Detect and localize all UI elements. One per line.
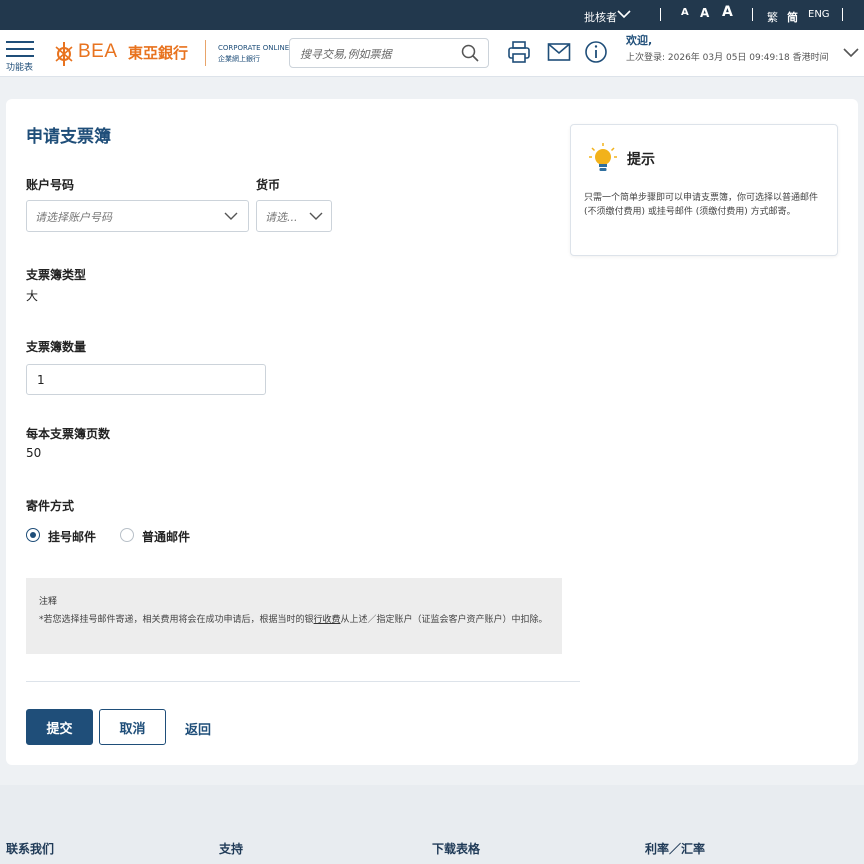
welcome-text: 欢迎, <box>626 34 653 47</box>
note-box: 注释 *若您选择挂号邮件寄递，相关费用将会在成功申请后，根据当时的银行收费从上述… <box>26 578 562 654</box>
footer-link-forms[interactable]: 下载表格 <box>432 840 480 857</box>
currency-select-placeholder: 请选... <box>265 211 298 224</box>
note-body: *若您选择挂号邮件寄递，相关费用将会在成功申请后，根据当时的银行收费从上述／指定… <box>39 613 551 627</box>
logo-divider <box>205 40 206 66</box>
page-title: 申请支票簿 <box>26 127 111 147</box>
menu-label: 功能表 <box>6 63 34 73</box>
lang-english[interactable]: ENG <box>808 9 830 20</box>
account-select[interactable]: 请选择账户号码 <box>26 200 249 232</box>
radio-ordinary-mail[interactable]: 普通邮件 <box>120 527 210 545</box>
bank-charges-link[interactable]: 行收费 <box>314 615 341 625</box>
divider <box>26 681 580 682</box>
info-icon[interactable] <box>584 40 608 64</box>
last-login-text: 上次登录: 2026年 03月 05日 09:49:18 香港时间 <box>626 53 829 63</box>
role-selector-label[interactable]: 批核者 <box>584 9 617 25</box>
quantity-field[interactable] <box>26 364 266 395</box>
tip-body: 只需一个简单步骤即可以申请支票簿，你可选择以普通邮件 (不须缴付费用) 或挂号邮… <box>584 193 819 217</box>
font-size-small[interactable]: A <box>681 7 689 18</box>
footer-link-contact[interactable]: 联系我们 <box>6 840 54 857</box>
radio-label: 普通邮件 <box>142 530 191 544</box>
header: 功能表 BEA 東亞銀行 CORPORATE ONLINE 企業網上銀行 欢迎, <box>0 30 864 77</box>
tip-box: 提示 只需一个简单步骤即可以申请支票簿，你可选择以普通邮件 (不须缴付费用) 或… <box>570 124 838 256</box>
lightbulb-icon <box>589 143 617 171</box>
cancel-button[interactable]: 取消 <box>99 709 166 745</box>
search-icon[interactable] <box>461 44 479 62</box>
main-card: 申请支票簿 账户号码 请选择账户号码 货币 请选... 支票簿类型 大 支票簿数… <box>6 99 858 765</box>
corporate-online-label-zh: 企業網上銀行 <box>218 55 260 63</box>
menu-icon-bar <box>6 55 34 57</box>
search-box[interactable] <box>289 38 489 68</box>
font-size-medium[interactable]: A <box>700 6 709 20</box>
tip-title: 提示 <box>627 152 655 168</box>
menu-icon-bar <box>6 48 34 50</box>
radio-registered-mail[interactable]: 挂号邮件 <box>26 527 116 545</box>
radio-button[interactable] <box>120 528 134 542</box>
submit-button[interactable]: 提交 <box>26 709 93 745</box>
lang-simplified[interactable]: 简 <box>787 9 798 25</box>
bea-logo[interactable]: BEA 東亞銀行 <box>54 39 214 69</box>
corporate-online-label: CORPORATE ONLINE <box>218 44 290 52</box>
divider <box>842 8 843 21</box>
quantity-label: 支票簿数量 <box>26 340 87 354</box>
divider <box>752 8 753 21</box>
note-text: *若您选择挂号邮件寄递，相关费用将会在成功申请后，根据当时的银 <box>39 615 314 625</box>
account-label: 账户号码 <box>26 178 75 192</box>
note-title: 注释 <box>39 597 58 607</box>
radio-button-selected[interactable] <box>26 528 40 542</box>
footer: 联系我们 支持 下载表格 利率／汇率 <box>0 785 864 864</box>
chevron-down-icon[interactable] <box>843 46 859 58</box>
back-link[interactable]: 返回 <box>185 719 211 738</box>
book-type-label: 支票簿类型 <box>26 268 87 282</box>
chevron-down-icon <box>224 212 238 220</box>
pages-value: 50 <box>26 446 42 460</box>
currency-select[interactable]: 请选... <box>256 200 332 232</box>
lang-traditional[interactable]: 繁 <box>767 9 778 25</box>
chevron-down-icon <box>309 212 323 220</box>
book-type-value: 大 <box>26 289 39 303</box>
footer-link-rates[interactable]: 利率／汇率 <box>645 840 705 857</box>
font-size-large[interactable]: A <box>722 4 733 20</box>
search-input[interactable] <box>300 45 450 63</box>
print-icon[interactable] <box>507 40 531 64</box>
delivery-label: 寄件方式 <box>26 499 75 513</box>
logo-text-en: BEA <box>78 41 118 62</box>
divider <box>660 8 661 21</box>
note-text: 从上述／指定账户（证监会客户资产账户）中扣除。 <box>340 615 548 625</box>
account-select-placeholder: 请选择账户号码 <box>35 211 112 224</box>
menu-icon <box>6 41 34 43</box>
chevron-down-icon[interactable] <box>617 9 631 19</box>
currency-label: 货币 <box>256 178 281 192</box>
pages-label: 每本支票簿页数 <box>26 427 111 441</box>
quantity-input[interactable] <box>37 371 237 389</box>
radio-label: 挂号邮件 <box>48 530 97 544</box>
logo-text-zh: 東亞銀行 <box>128 44 189 62</box>
top-bar: 批核者 A A A 繁 简 ENG <box>0 0 864 30</box>
footer-link-support[interactable]: 支持 <box>219 840 243 857</box>
mail-icon[interactable] <box>547 40 571 64</box>
bea-emblem-icon <box>55 42 73 66</box>
